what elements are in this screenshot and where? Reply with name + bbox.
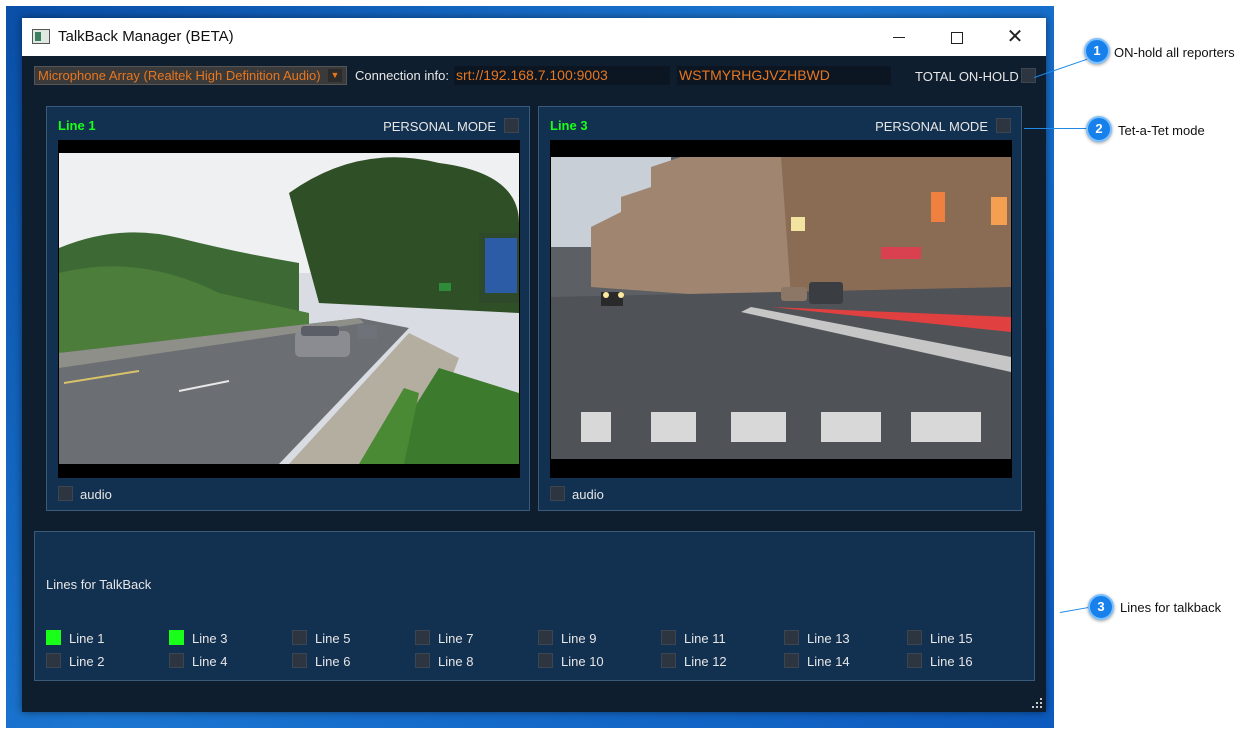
video-preview xyxy=(58,140,520,478)
callout-2-connector xyxy=(1024,128,1090,129)
talkback-line-item[interactable]: Line 7 xyxy=(415,630,535,646)
city-street-evening-scene xyxy=(551,157,1011,459)
talkback-line-label: Line 12 xyxy=(684,654,727,669)
talkback-line-checkbox[interactable] xyxy=(784,630,799,645)
talkback-line-checkbox[interactable] xyxy=(169,630,184,645)
talkback-line-label: Line 4 xyxy=(192,654,228,669)
minimize-icon xyxy=(893,36,905,39)
talkback-line-item[interactable]: Line 1 xyxy=(46,630,166,646)
talkback-line-item[interactable]: Line 12 xyxy=(661,653,781,669)
callout-1-badge: 1 xyxy=(1084,38,1110,64)
main-content: Microphone Array (Realtek High Definitio… xyxy=(22,56,1046,712)
personal-mode-checkbox[interactable] xyxy=(504,118,519,133)
talkback-line-label: Line 13 xyxy=(807,631,850,646)
line-panel-title: Line 3 xyxy=(550,118,588,133)
suburban-road-scene xyxy=(59,153,519,464)
talkback-line-label: Line 8 xyxy=(438,654,474,669)
talkback-manager-window: TalkBack Manager (BETA) ✕ Microphone Arr… xyxy=(22,18,1046,712)
close-icon: ✕ xyxy=(1006,26,1024,48)
callout-3-text: Lines for talkback xyxy=(1120,600,1222,615)
talkback-line-label: Line 14 xyxy=(807,654,850,669)
talkback-line-item[interactable]: Line 3 xyxy=(169,630,289,646)
talkback-line-checkbox[interactable] xyxy=(415,653,430,668)
talkback-line-label: Line 2 xyxy=(69,654,105,669)
talkback-line-item[interactable]: Line 4 xyxy=(169,653,289,669)
line-panel-title: Line 1 xyxy=(58,118,96,133)
talkback-line-item[interactable]: Line 8 xyxy=(415,653,535,669)
talkback-line-label: Line 16 xyxy=(930,654,973,669)
audio-checkbox[interactable] xyxy=(550,486,565,501)
title-bar[interactable]: TalkBack Manager (BETA) ✕ xyxy=(22,18,1046,56)
microphone-select-value: Microphone Array (Realtek High Definitio… xyxy=(38,68,321,83)
talkback-line-item[interactable]: Line 5 xyxy=(292,630,412,646)
talkback-line-item[interactable]: Line 16 xyxy=(907,653,1027,669)
audio-checkbox[interactable] xyxy=(58,486,73,501)
app-icon xyxy=(32,29,50,44)
audio-label: audio xyxy=(80,487,112,502)
personal-mode-checkbox[interactable] xyxy=(996,118,1011,133)
window-title: TalkBack Manager (BETA) xyxy=(58,28,234,45)
talkback-line-checkbox[interactable] xyxy=(661,630,676,645)
talkback-line-checkbox[interactable] xyxy=(292,630,307,645)
close-button[interactable]: ✕ xyxy=(986,18,1044,56)
chevron-down-icon[interactable]: ▼ xyxy=(328,69,342,82)
talkback-line-item[interactable]: Line 11 xyxy=(661,630,781,646)
talkback-line-checkbox[interactable] xyxy=(46,630,61,645)
talkback-line-item[interactable]: Line 9 xyxy=(538,630,658,646)
callout-3-connector xyxy=(1060,606,1092,613)
line-panel-3: Line 3 PERSONAL MODE audio xyxy=(538,106,1022,511)
talkback-line-label: Line 5 xyxy=(315,631,351,646)
talkback-line-checkbox[interactable] xyxy=(415,630,430,645)
talkback-line-checkbox[interactable] xyxy=(661,653,676,668)
talkback-line-checkbox[interactable] xyxy=(169,653,184,668)
talkback-line-label: Line 11 xyxy=(684,631,726,646)
talkback-line-checkbox[interactable] xyxy=(538,653,553,668)
audio-label: audio xyxy=(572,487,604,502)
talkback-line-label: Line 10 xyxy=(561,654,604,669)
personal-mode-label: PERSONAL MODE xyxy=(383,119,496,134)
minimize-button[interactable] xyxy=(870,18,928,56)
total-onhold-checkbox[interactable] xyxy=(1021,68,1036,83)
talkback-lines-panel: Lines for TalkBack Line 1 Line 2 Line 3 Lin… xyxy=(34,531,1035,681)
talkback-line-label: Line 9 xyxy=(561,631,597,646)
line-panel-1: Line 1 PERSONAL MODE audio xyxy=(46,106,530,511)
talkback-line-checkbox[interactable] xyxy=(907,630,922,645)
connection-info-label: Connection info: xyxy=(355,68,449,83)
video-preview xyxy=(550,140,1012,478)
callout-2-text: Tet-a-Tet mode xyxy=(1118,123,1205,138)
talkback-lines-title: Lines for TalkBack xyxy=(46,577,152,592)
talkback-line-label: Line 3 xyxy=(192,631,228,646)
talkback-line-checkbox[interactable] xyxy=(538,630,553,645)
screenshot-canvas: TalkBack Manager (BETA) ✕ Microphone Arr… xyxy=(0,0,1248,736)
talkback-line-label: Line 15 xyxy=(930,631,973,646)
talkback-line-label: Line 7 xyxy=(438,631,474,646)
maximize-button[interactable] xyxy=(928,18,986,56)
talkback-line-item[interactable]: Line 15 xyxy=(907,630,1027,646)
callout-1-text: ON-hold all reporters xyxy=(1114,45,1235,60)
personal-mode-label: PERSONAL MODE xyxy=(875,119,988,134)
talkback-line-checkbox[interactable] xyxy=(907,653,922,668)
resize-grip-icon[interactable] xyxy=(1032,698,1042,708)
talkback-line-item[interactable]: Line 14 xyxy=(784,653,904,669)
maximize-icon xyxy=(951,31,963,44)
talkback-line-checkbox[interactable] xyxy=(784,653,799,668)
talkback-line-item[interactable]: Line 2 xyxy=(46,653,166,669)
talkback-line-checkbox[interactable] xyxy=(46,653,61,668)
talkback-line-item[interactable]: Line 13 xyxy=(784,630,904,646)
callout-3-badge: 3 xyxy=(1088,594,1114,620)
microphone-select[interactable]: Microphone Array (Realtek High Definitio… xyxy=(34,66,347,85)
total-onhold-label: TOTAL ON-HOLD xyxy=(915,69,1019,84)
talkback-line-item[interactable]: Line 6 xyxy=(292,653,412,669)
talkback-line-label: Line 1 xyxy=(69,631,105,646)
talkback-line-label: Line 6 xyxy=(315,654,351,669)
connection-url-field[interactable]: srt://192.168.7.100:9003 xyxy=(454,66,670,85)
connection-key-field[interactable]: WSTMYRHGJVZHBWD xyxy=(677,66,891,85)
callout-2-badge: 2 xyxy=(1086,116,1112,142)
talkback-line-checkbox[interactable] xyxy=(292,653,307,668)
talkback-line-item[interactable]: Line 10 xyxy=(538,653,658,669)
